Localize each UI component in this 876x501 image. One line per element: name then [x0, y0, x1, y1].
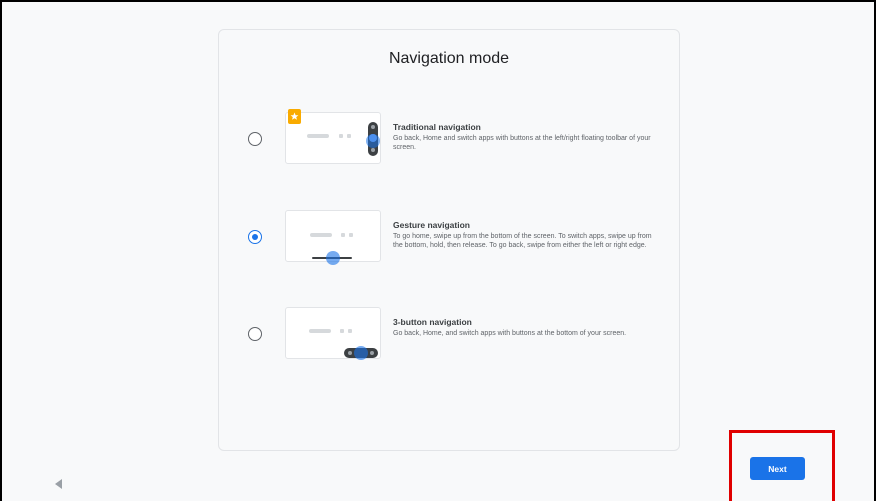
- page-title: Navigation mode: [388, 50, 510, 67]
- star-badge-icon: [288, 109, 301, 124]
- radio-3-button-navigation[interactable]: [248, 327, 262, 341]
- radio-gesture-navigation[interactable]: [248, 230, 262, 244]
- back-triangle-icon[interactable]: [53, 478, 65, 490]
- touch-point-icon: [366, 134, 380, 148]
- gesture-illustration: [285, 210, 381, 265]
- option-description: Go back, Home and switch apps with butto…: [393, 135, 651, 151]
- option-description: Go back, Home, and switch apps with butt…: [393, 330, 627, 337]
- floating-toolbar-illustration: [285, 109, 381, 164]
- option-description: To go home, swipe up from the bottom of …: [393, 233, 652, 249]
- option-3-button-navigation[interactable]: 3-button navigation Go back, Home, and s…: [219, 307, 679, 363]
- option-title: Gesture navigation: [393, 220, 470, 230]
- option-traditional-navigation[interactable]: Traditional navigation Go back, Home and…: [219, 109, 679, 168]
- setup-screen: Navigation mode Traditional navigation G…: [0, 0, 876, 501]
- touch-point-icon: [326, 251, 340, 265]
- radio-traditional-navigation[interactable]: [248, 132, 262, 146]
- option-gesture-navigation[interactable]: Gesture navigation To go home, swipe up …: [219, 210, 679, 266]
- navigation-mode-panel: Navigation mode Traditional navigation G…: [218, 29, 680, 451]
- option-title: Traditional navigation: [393, 122, 481, 132]
- option-title: 3-button navigation: [393, 317, 472, 327]
- touch-point-icon: [354, 346, 368, 360]
- three-button-illustration: [285, 307, 381, 360]
- next-button[interactable]: Next: [750, 457, 805, 480]
